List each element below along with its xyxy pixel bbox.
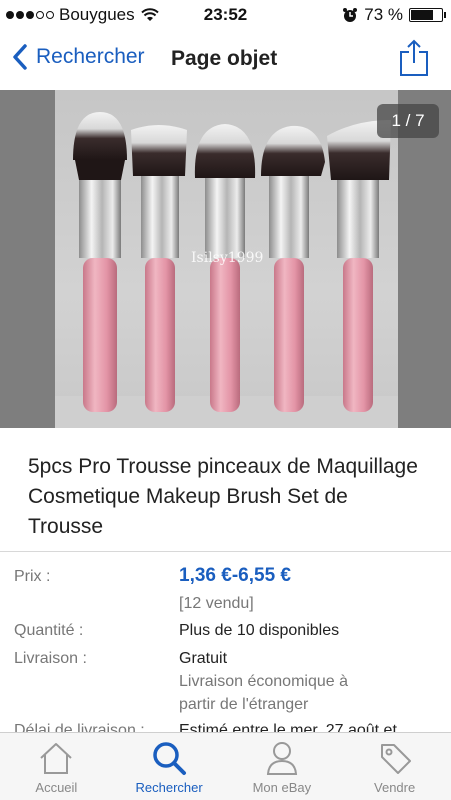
delivery-value: Gratuit (179, 650, 228, 667)
tab-my-ebay[interactable]: Mon eBay (226, 733, 339, 800)
tab-home-label: Accueil (35, 780, 78, 795)
battery-percent: 73 % (364, 5, 403, 24)
navigation-bar: Rechercher Page objet (0, 30, 451, 90)
quantity-label: Quantité : (14, 622, 84, 639)
delivery-label: Livraison : (14, 650, 87, 667)
person-icon (266, 742, 297, 775)
back-label: Rechercher (36, 45, 145, 68)
divider (0, 551, 451, 552)
sold-count: [12 vendu] (179, 595, 254, 612)
alarm-icon (343, 8, 358, 22)
quantity-value: Plus de 10 disponibles (179, 622, 340, 639)
image-gallery[interactable]: Isilsy1999 1 / 7 (0, 90, 451, 428)
item-title: 5pcs Pro Trousse pinceaux de Maquillage … (28, 455, 418, 538)
back-button[interactable]: Rechercher (12, 44, 145, 70)
product-photo[interactable]: Isilsy1999 (55, 90, 398, 428)
tab-home[interactable]: Accueil (0, 733, 113, 800)
search-icon (153, 742, 187, 775)
tab-sell-label: Vendre (374, 780, 416, 795)
price-value: 1,36 €-6,55 € (179, 565, 291, 586)
status-right: 73 % (342, 5, 446, 25)
tab-search[interactable]: Rechercher (113, 733, 226, 800)
chevron-left-icon (13, 44, 27, 70)
page-title: Page objet (171, 47, 278, 70)
tag-icon (380, 744, 411, 774)
delivery-info-line2: partir de l'étranger (179, 696, 309, 713)
tab-bar: Accueil Rechercher Mon eBay Vendre (0, 732, 451, 800)
tab-my-ebay-label: Mon eBay (252, 780, 312, 795)
delivery-info-line1: Livraison économique à (179, 673, 348, 690)
watermark-text: Isilsy1999 (191, 250, 263, 266)
tab-search-label: Rechercher (135, 780, 203, 795)
makeup-brushes-image: Isilsy1999 (73, 112, 391, 412)
home-icon (40, 743, 73, 774)
status-bar: Bouygues 23:52 73 % (0, 0, 451, 30)
price-label: Prix : (14, 568, 51, 585)
image-counter: 1 / 7 (377, 104, 439, 138)
tab-sell[interactable]: Vendre (338, 733, 451, 800)
battery-icon (409, 8, 446, 22)
share-icon[interactable] (399, 39, 429, 77)
